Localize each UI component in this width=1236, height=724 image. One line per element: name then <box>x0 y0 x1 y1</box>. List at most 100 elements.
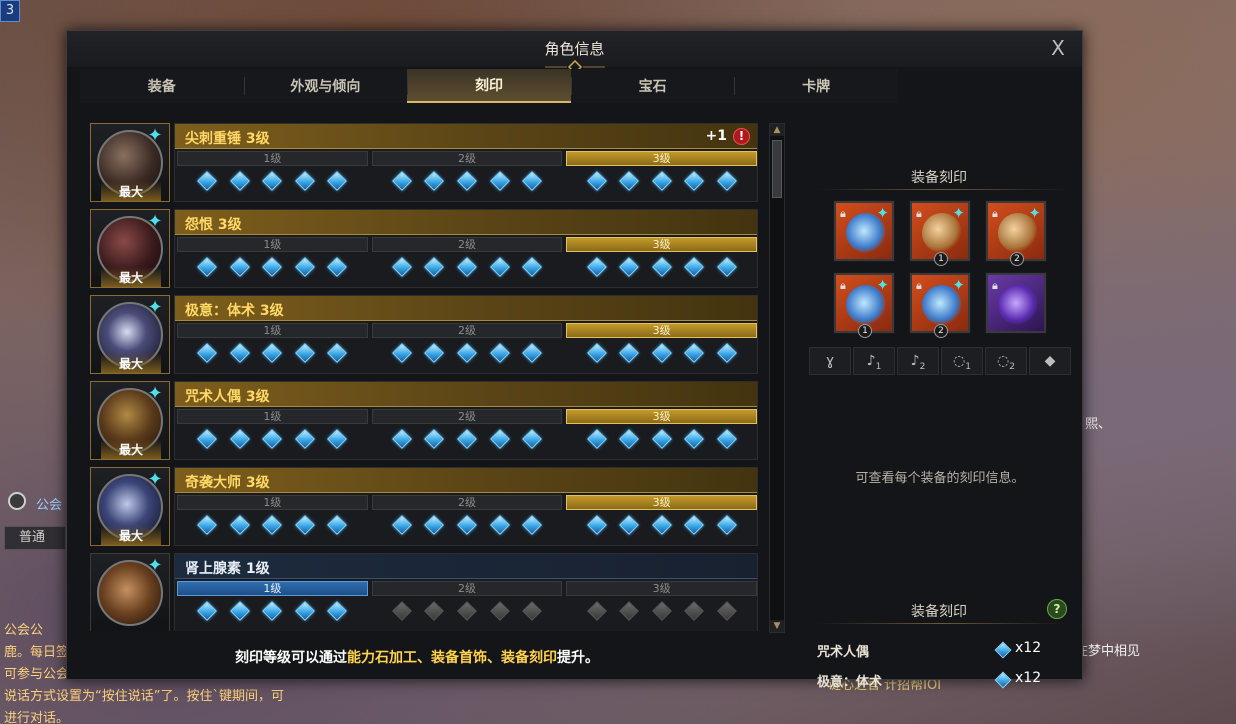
engraving-node-icon <box>651 601 672 621</box>
engraving-portrait[interactable]: ✦ 最大 <box>90 467 170 546</box>
guild-label: 公会 <box>36 498 63 513</box>
accessory-filter-tab[interactable]: ɣ <box>809 347 851 375</box>
accessory-filter-tab[interactable]: ♪1 <box>853 347 895 375</box>
engraving-node-icon <box>522 257 542 277</box>
tab-engraving[interactable]: 刻印 <box>407 69 571 103</box>
engraving-node-icon <box>229 171 250 191</box>
tier-label: 3级 <box>566 237 758 252</box>
engraving-node-icon <box>262 171 283 191</box>
engraving-row[interactable]: ✦ 最大 怨恨 3级 1级 2级 3级 <box>90 209 758 290</box>
engraving-tier: 1级 <box>177 237 368 285</box>
engraving-body: 咒术人偶 3级 1级 2级 3级 <box>174 381 758 460</box>
engraving-row[interactable]: ✦ 最大 奇袭大师 3级 1级 2级 3级 <box>90 467 758 548</box>
engraving-portrait[interactable]: ✦ 最大 <box>90 295 170 374</box>
engraving-node-icon <box>229 429 250 449</box>
engraving-node-icon <box>619 601 640 621</box>
star-icon: ✦ <box>147 211 163 232</box>
accessory-slot[interactable]: 🔒︎ ✦ 2 <box>985 200 1047 266</box>
max-label: 最大 <box>101 525 161 545</box>
engraving-node-icon <box>684 257 705 277</box>
accessory-slot[interactable]: 🔒︎ ✦ 2 <box>909 272 971 338</box>
engraving-node-icon <box>294 429 315 449</box>
engraving-tier: 3级 <box>566 409 758 457</box>
tier-gems <box>372 252 563 277</box>
tier-label: 1级 <box>177 409 368 424</box>
engraving-portrait[interactable]: ✦ <box>90 553 170 631</box>
tier-gems <box>177 252 368 277</box>
engraving-node-icon <box>327 429 348 449</box>
tier-label: 2级 <box>371 409 563 424</box>
engraving-node-icon <box>197 343 218 363</box>
star-icon: ✦ <box>1028 204 1041 222</box>
tier-gems <box>566 596 757 621</box>
slot-number: 1 <box>858 324 872 338</box>
engraving-portrait[interactable]: ✦ 最大 <box>90 209 170 288</box>
engraving-node-icon <box>716 515 737 535</box>
accessory-filter-tab[interactable]: ◌2 <box>985 347 1027 375</box>
scroll-thumb[interactable] <box>772 140 782 198</box>
engraving-node-icon <box>716 429 737 449</box>
engraving-tiers: 1级 2级 3级 <box>177 409 758 457</box>
scroll-down-icon[interactable]: ▼ <box>770 620 784 632</box>
engraving-row[interactable]: ✦ 肾上腺素 1级 1级 2级 3级 <box>90 553 758 631</box>
accessory-slot[interactable]: 🔒︎ ✦ 1 <box>909 200 971 266</box>
chat-tab-normal[interactable]: 普通 <box>4 526 66 550</box>
engraving-node-icon <box>457 171 477 191</box>
engraving-tiers: 1级 2级 3级 <box>177 581 758 629</box>
scroll-up-icon[interactable]: ▲ <box>770 124 784 136</box>
engraving-node-icon <box>262 343 283 363</box>
engraving-scrollbar[interactable]: ▲ ▼ <box>769 123 785 633</box>
engraving-row[interactable]: ✦ 最大 咒术人偶 3级 1级 2级 3级 <box>90 381 758 462</box>
engraving-list[interactable]: ✦ 最大 尖刺重锤 3级 +1! 1级 2级 3级 ✦ 最大 怨恨 3级 1级 2级 3级 ✦ 最大 极意：体… <box>90 123 758 631</box>
chat-line: 进行对话。 <box>4 711 70 724</box>
engraving-header: 肾上腺素 1级 <box>175 554 757 579</box>
engraving-portrait[interactable]: ✦ 最大 <box>90 381 170 460</box>
accessory-slot[interactable]: 🔒︎ ✦ <box>833 200 895 262</box>
accessory-filter-tab[interactable]: ◆ <box>1029 347 1071 375</box>
accessory-slot[interactable]: 🔒︎ <box>985 272 1047 334</box>
slot-number: 2 <box>1010 252 1024 266</box>
engraving-node-icon <box>684 601 705 621</box>
tab-cards[interactable]: 卡牌 <box>734 69 898 103</box>
engraving-header: 尖刺重锤 3级 +1! <box>175 124 757 149</box>
engraving-name: 肾上腺素 1级 <box>185 561 270 577</box>
tier-label: 1级 <box>177 323 368 338</box>
engraving-node-icon <box>294 601 315 621</box>
channel-badge: 3 <box>0 0 20 22</box>
engraving-portrait[interactable]: ✦ 最大 <box>90 123 170 202</box>
engraving-node-icon <box>197 257 218 277</box>
tab-appearance[interactable]: 外观与倾向 <box>243 69 408 103</box>
tier-gems <box>566 424 757 449</box>
engraving-node-icon <box>197 429 218 449</box>
tier-label: 3级 <box>566 151 758 166</box>
hint-prefix: 刻印等级可以通过 <box>235 650 347 666</box>
tab-gems[interactable]: 宝石 <box>570 69 735 103</box>
accessory-filter-tab[interactable]: ♪2 <box>897 347 939 375</box>
tier-label: 2级 <box>371 495 563 510</box>
world-text: 熙、 <box>1085 417 1112 432</box>
tab-equipment[interactable]: 装备 <box>80 69 244 103</box>
engraving-node-icon <box>489 601 510 621</box>
engraving-tier: 2级 <box>371 151 563 199</box>
tier-gems <box>372 338 563 363</box>
close-button[interactable]: X <box>1046 36 1070 60</box>
section-divider <box>817 189 1067 190</box>
engraving-node-icon <box>424 601 445 621</box>
engraving-node-icon <box>229 515 250 535</box>
engraving-tier: 1级 <box>177 409 368 457</box>
help-button[interactable]: ? <box>1047 599 1067 619</box>
accessory-filter-tab[interactable]: ◌1 <box>941 347 983 375</box>
engraving-node-icon <box>684 343 705 363</box>
alert-icon[interactable]: ! <box>733 128 750 145</box>
side-info-text: 可查看每个装备的刻印信息。 <box>855 471 1025 486</box>
tier-gems <box>372 596 563 621</box>
engraving-tier: 1级 <box>177 495 368 543</box>
accessory-slot[interactable]: 🔒︎ ✦ 1 <box>833 272 895 338</box>
engraving-row[interactable]: ✦ 最大 极意：体术 3级 1级 2级 3级 <box>90 295 758 376</box>
star-icon: ✦ <box>147 383 163 404</box>
slot-type-icon: ♪ <box>866 353 876 369</box>
engraving-row[interactable]: ✦ 最大 尖刺重锤 3级 +1! 1级 2级 3级 <box>90 123 758 204</box>
engraving-node-icon <box>457 257 477 277</box>
engraving-node-icon <box>489 343 510 363</box>
engraving-name: 极意：体术 3级 <box>185 303 284 319</box>
